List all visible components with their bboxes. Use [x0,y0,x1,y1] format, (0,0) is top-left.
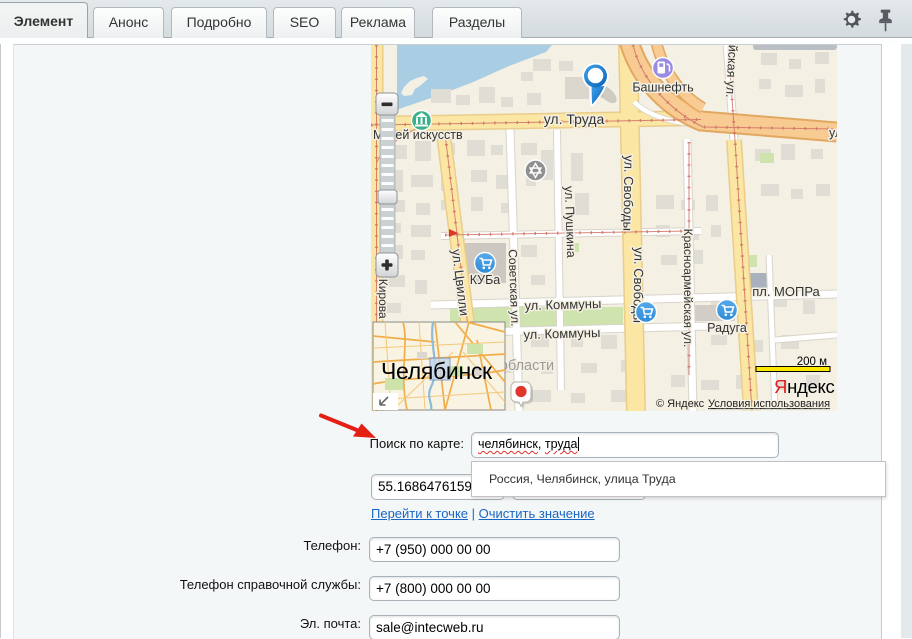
svg-text:Условия использования: Условия использования [708,398,830,410]
svg-text:Челябинск: Челябинск [381,358,493,384]
svg-text:пл. МОПРа: пл. МОПРа [752,284,820,299]
svg-text:области: области [500,358,554,374]
svg-text:Красноармейская ул.: Красноармейская ул. [681,229,695,348]
svg-text:ул. Пушкина: ул. Пушкина [562,186,578,258]
svg-text:Радуга: Радуга [707,321,747,335]
svg-text:Яндекс: Яндекс [774,376,834,397]
svg-text:ул. Свободы: ул. Свободы [620,155,636,231]
svg-text:ул. Труда: ул. Труда [544,111,605,127]
svg-text:Башнефть: Башнефть [632,81,693,95]
svg-text:йская ул.: йская ул. [723,45,740,98]
svg-text:Советская ул.: Советская ул. [506,249,523,327]
svg-text:© Яндекс: © Яндекс [656,398,705,410]
svg-text:КУБа: КУБа [470,273,501,287]
svg-text:ул. Коммуны: ул. Коммуны [523,325,600,342]
svg-text:ул.: ул. [829,126,837,140]
svg-text:ул. Коммуны: ул. Коммуны [524,296,601,313]
